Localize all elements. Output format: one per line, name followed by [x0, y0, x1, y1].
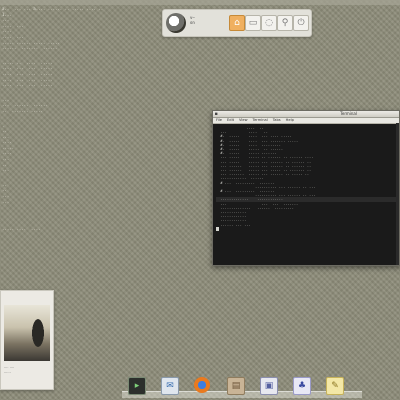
terminal-output[interactable]: .... .. ... .... .. #. ..... .... ... ..… — [213, 124, 399, 233]
terminal-titlebar[interactable]: ■ Terminal — [213, 111, 399, 118]
top-edge-strip — [0, 0, 400, 5]
terminal-line: ...... ... ... — [216, 222, 251, 227]
user-info: v— on — [190, 15, 195, 25]
bottom-dock: ▸ ✉ ▤ ▣ ♣ ✎ — [128, 377, 358, 395]
terminal-menu-terminal[interactable]: Terminal — [253, 118, 268, 122]
user-info-line2: on — [190, 20, 195, 25]
preview-caption-line2: ...... — [4, 369, 11, 374]
notes-dock-icon[interactable]: ✎ — [326, 377, 344, 395]
terminal-menu-edit[interactable]: Edit — [227, 118, 234, 122]
home-icon[interactable]: ⌂ — [229, 15, 245, 31]
pidgin-dock-icon[interactable]: ♣ — [293, 377, 311, 395]
system-monitor-overlay: a.. ... ... a.... ...... .. ..... .... .… — [2, 6, 152, 232]
screenshot-dock-icon[interactable]: ▣ — [260, 377, 278, 395]
firefox-dock-icon[interactable] — [194, 377, 210, 393]
power-icon[interactable]: ⏻ — [293, 15, 309, 31]
terminal-menu-tabs[interactable]: Tabs — [273, 118, 281, 122]
terminal-window[interactable]: ■ Terminal File Edit View Terminal Tabs Help … — [212, 110, 400, 266]
terminal-cursor — [216, 226, 219, 231]
image-preview-window[interactable]: .... .... ...... — [0, 290, 54, 390]
folder-icon[interactable]: ▭ — [245, 15, 261, 31]
user-avatar[interactable] — [166, 13, 186, 33]
search-icon[interactable]: ⚲ — [277, 15, 293, 31]
terminal-scrollbar[interactable] — [396, 123, 399, 265]
terminal-menu-help[interactable]: Help — [286, 118, 294, 122]
terminal-title: Terminal — [340, 111, 357, 116]
terminal-dock-icon[interactable]: ▸ — [128, 377, 146, 395]
preview-image — [4, 305, 50, 361]
window-controls[interactable]: ■ — [215, 112, 217, 116]
terminal-menu-file[interactable]: File — [216, 118, 222, 122]
mail-dock-icon[interactable]: ✉ — [161, 377, 179, 395]
top-panel: v— on ⌂ ▭ ◌ ⚲ ⏻ — [162, 9, 312, 37]
settings-icon[interactable]: ◌ — [261, 15, 277, 31]
terminal-menu-view[interactable]: View — [239, 118, 248, 122]
preview-caption: .... .... ...... — [4, 365, 50, 374]
image-viewer-dock-icon[interactable]: ▤ — [227, 377, 245, 395]
sysinfo-footer: ..... .... .... — [2, 226, 41, 232]
